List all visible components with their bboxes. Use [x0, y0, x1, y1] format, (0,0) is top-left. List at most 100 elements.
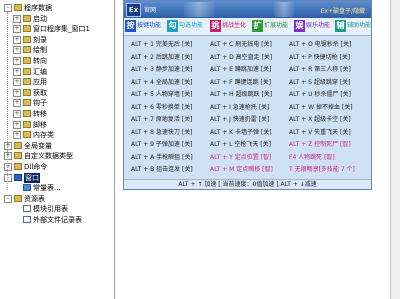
hotkey-toggle[interactable]: ALT + A 手枪瞬狙 [关] — [131, 152, 193, 163]
hotkey-toggle[interactable]: ALT + W 掉不掉血 [关] — [289, 102, 353, 113]
tree-item-label: 应用 — [33, 78, 47, 87]
tree-item[interactable]: + 转移 — [0, 109, 114, 119]
tree-item[interactable]: + 获取 — [0, 88, 114, 98]
folder-icon — [23, 110, 31, 117]
hotkey-row: ALT + 3 静步加速 [关] ALT + E 蹲跳加速 [关] ALT + R … — [124, 64, 371, 75]
hotkey-toggle[interactable]: ALT + X 超级卡空 [关] — [289, 114, 351, 125]
hotkey-toggle[interactable]: ALT + M 定点瞬移 [智] — [210, 164, 273, 175]
tree-item[interactable]: - 程序数据 — [0, 3, 114, 13]
tree-item[interactable]: + 内存类 — [0, 130, 114, 140]
tree-item[interactable]: + 脚移 — [0, 120, 114, 130]
expand-icon[interactable]: + — [4, 152, 12, 161]
hotkey-row: ALT + 8 急速快刀 [关] ALT + K 卡墙子弹 [关] ALT + V … — [124, 127, 371, 138]
tree-item-label: 资源表 — [24, 194, 45, 203]
hotkey-toggle[interactable]: ALT + 6 零秒换单 [关] — [131, 102, 192, 113]
hotkey-toggle[interactable]: ALT + Z 控制死尸 [智] — [289, 139, 351, 150]
tree-item[interactable]: + 刻录 — [0, 35, 114, 45]
tree-item[interactable]: - 窗口 — [0, 172, 114, 183]
hotkey-toggle[interactable]: ALT + 1 完美无后 [关] — [131, 39, 192, 50]
expand-icon[interactable]: + — [13, 88, 21, 97]
expand-icon[interactable]: + — [13, 110, 21, 118]
tree-item[interactable]: + 应用 — [0, 77, 114, 87]
hotkey-toggle[interactable]: ALT + 7 原地复活 [关] — [131, 114, 192, 125]
hotkey-toggle[interactable]: ALT + 5 人物穿墙 [关] — [131, 89, 192, 100]
expand-icon[interactable]: + — [13, 78, 21, 87]
tree-item[interactable]: + 转向 — [0, 56, 114, 66]
hotkey-toggle[interactable]: ALT + 3 静步加速 [关] — [131, 64, 192, 75]
folder-icon — [23, 25, 31, 33]
hotkey-toggle[interactable]: ALT + H 超级跳跃 [关] — [210, 89, 272, 100]
hotkey-toggle[interactable]: ALT + J 快速扔雷 [关] — [210, 114, 269, 125]
tree-item[interactable]: + 自定义数据类型 — [0, 151, 114, 161]
tab-2[interactable]: 挑挑战生化 — [210, 20, 246, 32]
tab-key-icon: 娱 — [294, 20, 305, 32]
folder-icon — [23, 120, 31, 128]
official-site-link[interactable]: 官网 — [144, 5, 156, 14]
collapse-icon[interactable]: - — [4, 173, 12, 182]
hotkey-toggle[interactable]: ALT + 8 急速快刀 [关] — [131, 127, 192, 138]
expand-icon[interactable]: + — [13, 46, 21, 55]
hotkey-toggle[interactable]: ALT + S 超级跳穿 [关] — [289, 77, 350, 88]
hotkey-toggle[interactable]: ALT + U 秒杀僵尸 [关] — [289, 89, 351, 100]
tree-item[interactable]: 常量表... — [0, 183, 114, 193]
folder-icon — [14, 163, 22, 170]
tab-1[interactable]: 勾勾选功能 — [167, 20, 203, 32]
hotkey-toggle[interactable]: ALT + I 急速枪托 [关] — [210, 102, 269, 113]
tree-item[interactable]: + 全局变量 — [0, 141, 114, 151]
tree-item[interactable]: 外部文件记录表 — [0, 215, 114, 225]
expand-icon[interactable]: + — [13, 67, 21, 76]
hotkey-toggle[interactable]: T 无限畅享[多技能 7 个] — [289, 164, 355, 175]
hotkey-toggle[interactable]: ALT + V 失重飞天 [关] — [289, 127, 351, 138]
tree-item[interactable]: + Dll命令 — [0, 162, 114, 172]
hotkey-toggle[interactable]: ALT + L 空枪飞天 [关] — [210, 139, 271, 150]
vertical-scrollbar[interactable] — [390, 0, 400, 299]
collapse-icon[interactable]: - — [4, 194, 12, 203]
expand-icon[interactable]: + — [13, 131, 21, 140]
tab-label: 按键功能 — [137, 22, 162, 29]
tree-item[interactable]: + 窗口程序集_窗口1 — [0, 24, 114, 34]
tree-item-label: 内存类 — [33, 131, 54, 140]
tab-3[interactable]: 扩扩展功能 — [252, 20, 288, 32]
hotkey-toggle[interactable]: ALT + F 蹲键连跳 [关] — [210, 77, 271, 88]
hotkey-toggle[interactable]: ALT + C 刷无线电 [关] — [210, 39, 272, 50]
tab-bar: 按按键功能勾勾选功能挑挑战生化扩扩展功能娱娱乐功能辅辅助功能 — [124, 18, 371, 36]
expand-icon[interactable]: + — [13, 25, 21, 34]
expand-icon[interactable]: + — [13, 35, 21, 44]
hotkey-toggle[interactable]: ALT + O 电锯秒杀 [关] — [289, 39, 351, 50]
tree-item[interactable]: 模块引用表 — [0, 204, 114, 214]
tree-item[interactable]: - 资源表 — [0, 194, 114, 204]
hotkey-toggle[interactable]: ALT + E 蹲跳加速 [关] — [210, 64, 271, 75]
hotkey-toggle[interactable]: ALT + P 快捷切枪 [关] — [289, 52, 350, 63]
tree-item-label: 窗口 — [24, 172, 40, 183]
folder-icon — [23, 78, 31, 86]
collapse-icon[interactable]: - — [4, 4, 12, 12]
hide-panel-hint[interactable]: Ex+破盘子/隐藏 — [321, 6, 365, 15]
folder-icon — [14, 4, 22, 11]
tree-item[interactable]: + 启动 — [0, 14, 114, 24]
hotkey-toggle[interactable]: ALT + Y 定点位置 [智] — [210, 152, 271, 163]
hotkey-toggle[interactable]: F4 人物跳死 [智] — [289, 152, 335, 163]
project-tree[interactable]: - 程序数据 + 启动 + 窗口程序集_窗口1 + 刻录 + 绘制 + 转向 + 汇编 + 应用 + 获取 + 钩子 +… — [0, 0, 115, 299]
expand-icon[interactable]: + — [13, 57, 21, 65]
hotkey-toggle[interactable]: ALT + 4 全局加速 [关] — [131, 77, 192, 88]
expand-icon[interactable]: + — [4, 141, 12, 150]
folder-icon — [23, 67, 31, 75]
hotkey-toggle[interactable]: ALT + R 第三人称 [关] — [289, 64, 351, 75]
hotkey-toggle[interactable]: ALT + B 狙击连发 [关] — [131, 164, 193, 175]
hotkey-toggle[interactable]: ALT + 9 子弹加速 [关] — [131, 139, 192, 150]
hotkey-toggle[interactable]: ALT + K 卡墙子弹 [关] — [210, 127, 272, 138]
tab-4[interactable]: 娱娱乐功能 — [294, 20, 330, 32]
expand-icon[interactable]: + — [13, 14, 21, 23]
hotkey-toggle[interactable]: ALT + D 高空直走 [关] — [210, 52, 272, 63]
expand-icon[interactable]: + — [13, 99, 21, 108]
expand-icon[interactable]: + — [13, 120, 21, 129]
hotkey-row: ALT + B 狙击连发 [关] ALT + M 定点瞬移 [智] T 无限畅享[多… — [124, 164, 371, 175]
tree-item[interactable]: + 绘制 — [0, 45, 114, 55]
tab-5[interactable]: 辅辅助功能 — [335, 20, 371, 32]
hotkey-toggle[interactable]: ALT + 2 后跳加速 [关] — [131, 52, 192, 63]
expand-icon[interactable]: + — [4, 163, 12, 171]
folder-icon — [14, 152, 22, 160]
tab-0[interactable]: 按按键功能 — [125, 20, 161, 32]
tree-item[interactable]: + 钩子 — [0, 98, 114, 108]
tree-item[interactable]: + 汇编 — [0, 67, 114, 77]
